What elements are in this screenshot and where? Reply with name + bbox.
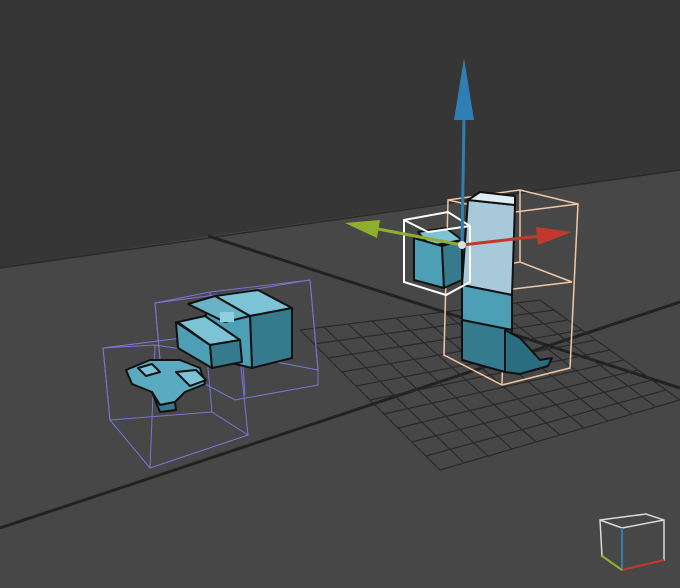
gizmo-center[interactable] [458, 241, 466, 249]
scene-canvas[interactable] [0, 0, 680, 588]
mesh-block-large[interactable] [175, 289, 293, 369]
3d-viewport[interactable] [0, 0, 680, 588]
gizmo-y-axis-line[interactable] [460, 117, 466, 246]
